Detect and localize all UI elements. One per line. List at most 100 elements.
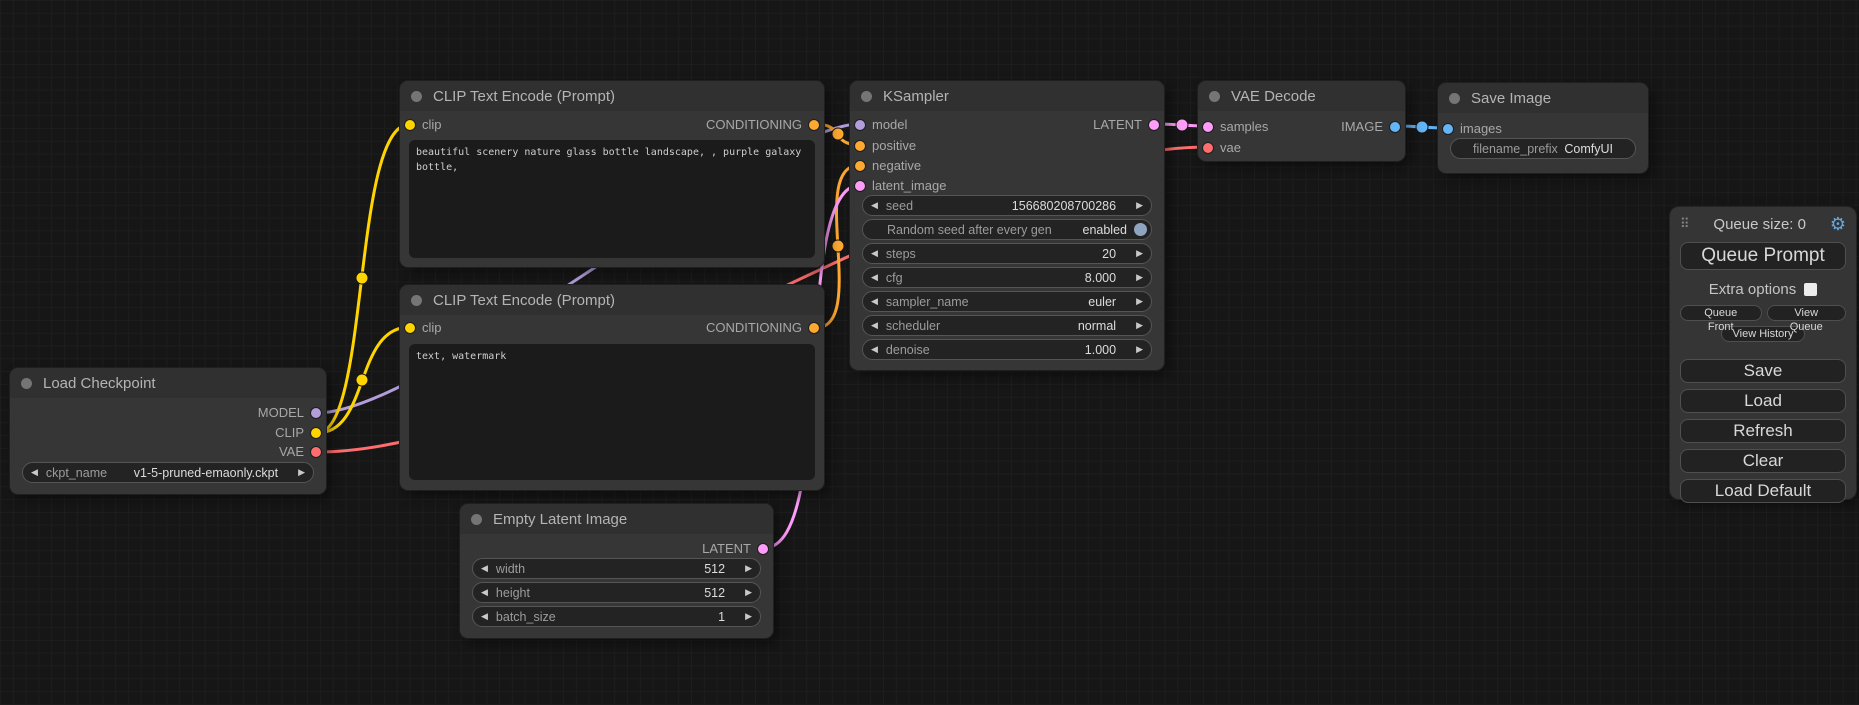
images-input-port[interactable] [1443, 124, 1453, 134]
right-arrow-icon[interactable]: ▶ [1128, 249, 1151, 258]
node-title-bar[interactable]: VAE Decode [1198, 81, 1405, 111]
widget-value: 20 [1102, 247, 1128, 261]
wire-midpoint-dot[interactable] [356, 374, 368, 386]
left-arrow-icon[interactable]: ◀ [863, 345, 886, 354]
right-arrow-icon[interactable]: ▶ [737, 612, 760, 621]
latent-output-port[interactable] [1149, 120, 1159, 130]
clip-input-port[interactable] [405, 323, 415, 333]
refresh-button[interactable]: Refresh [1680, 419, 1846, 443]
load-button[interactable]: Load [1680, 389, 1846, 413]
image-output-port[interactable] [1390, 122, 1400, 132]
steps-widget[interactable]: ◀ steps 20 ▶ [862, 243, 1152, 264]
random-seed-widget[interactable]: Random seed after every gen enabled [862, 219, 1152, 240]
height-widget[interactable]: ◀ height 512 ▶ [472, 582, 761, 603]
right-arrow-icon[interactable]: ▶ [737, 564, 760, 573]
gear-icon[interactable]: ⚙ [1830, 215, 1846, 233]
scheduler-widget[interactable]: ◀ scheduler normal ▶ [862, 315, 1152, 336]
queue-front-button[interactable]: Queue Front [1680, 305, 1762, 321]
node-title-bar[interactable]: Empty Latent Image [460, 504, 773, 534]
conditioning-output-port[interactable] [809, 120, 819, 130]
toggle-circle-icon[interactable] [1134, 223, 1147, 236]
wire-midpoint-dot[interactable] [1176, 119, 1188, 131]
node-title-bar[interactable]: Save Image [1438, 83, 1648, 113]
denoise-widget[interactable]: ◀ denoise 1.000 ▶ [862, 339, 1152, 360]
node-collapse-dot[interactable] [471, 514, 482, 525]
node-collapse-dot[interactable] [1449, 93, 1460, 104]
queue-prompt-button[interactable]: Queue Prompt [1680, 242, 1846, 270]
node-vae-decode[interactable]: VAE Decode samples IMAGE vae [1198, 81, 1405, 161]
left-arrow-icon[interactable]: ◀ [473, 612, 496, 621]
vae-input-port[interactable] [1203, 143, 1213, 153]
widget-value: 156680208700286 [1012, 199, 1128, 213]
width-widget[interactable]: ◀ width 512 ▶ [472, 558, 761, 579]
cfg-widget[interactable]: ◀ cfg 8.000 ▶ [862, 267, 1152, 288]
seed-widget[interactable]: ◀ seed 156680208700286 ▶ [862, 195, 1152, 216]
left-arrow-icon[interactable]: ◀ [863, 201, 886, 210]
left-arrow-icon[interactable]: ◀ [473, 564, 496, 573]
view-queue-button[interactable]: View Queue [1767, 305, 1846, 321]
clear-button[interactable]: Clear [1680, 449, 1846, 473]
right-arrow-icon[interactable]: ▶ [1128, 321, 1151, 330]
node-collapse-dot[interactable] [21, 378, 32, 389]
wire-midpoint-dot[interactable] [1416, 121, 1428, 133]
left-arrow-icon[interactable]: ◀ [473, 588, 496, 597]
node-collapse-dot[interactable] [411, 91, 422, 102]
prompt-text-area[interactable]: beautiful scenery nature glass bottle la… [409, 140, 815, 258]
clip-input-port[interactable] [405, 120, 415, 130]
view-history-button[interactable]: View History [1721, 326, 1805, 342]
batch-size-widget[interactable]: ◀ batch_size 1 ▶ [472, 606, 761, 627]
widget-label: sampler_name [886, 295, 969, 309]
vae-output-port[interactable] [311, 447, 321, 457]
save-button[interactable]: Save [1680, 359, 1846, 383]
filename-prefix-widget[interactable]: filename_prefix ComfyUI [1450, 138, 1636, 159]
wire-midpoint-dot[interactable] [832, 128, 844, 140]
wire-midpoint-dot[interactable] [832, 240, 844, 252]
samples-input-port[interactable] [1203, 122, 1213, 132]
ckpt-name-widget[interactable]: ◀ ckpt_name v1-5-pruned-emaonly.ckpt ▶ [22, 462, 314, 483]
clip-output-port[interactable] [311, 428, 321, 438]
right-arrow-icon[interactable]: ▶ [1128, 297, 1151, 306]
positive-input-port[interactable] [855, 141, 865, 151]
latent-output-port[interactable] [758, 544, 768, 554]
model-input-port[interactable] [855, 120, 865, 130]
left-arrow-icon[interactable]: ◀ [23, 468, 46, 477]
negative-input-port[interactable] [855, 161, 865, 171]
right-arrow-icon[interactable]: ▶ [1128, 273, 1151, 282]
node-empty-latent-image[interactable]: Empty Latent Image LATENT ◀ width 512 ▶ … [460, 504, 773, 638]
widget-label: denoise [886, 343, 930, 357]
left-arrow-icon[interactable]: ◀ [863, 273, 886, 282]
node-load-checkpoint[interactable]: Load Checkpoint MODEL CLIP VAE ◀ ckpt_na… [10, 368, 326, 494]
node-collapse-dot[interactable] [1209, 91, 1220, 102]
node-collapse-dot[interactable] [411, 295, 422, 306]
drag-handle-icon[interactable]: ⠿ [1680, 216, 1690, 232]
latent-image-input-port[interactable] [855, 181, 865, 191]
conditioning-output-port[interactable] [809, 323, 819, 333]
input-label: clip [422, 320, 442, 335]
input-label: samples [1220, 119, 1268, 134]
right-arrow-icon[interactable]: ▶ [290, 468, 313, 477]
left-arrow-icon[interactable]: ◀ [863, 297, 886, 306]
node-clip-text-encode-negative[interactable]: CLIP Text Encode (Prompt) clip CONDITION… [400, 285, 824, 490]
extra-options-checkbox[interactable] [1804, 283, 1817, 296]
node-clip-text-encode-positive[interactable]: CLIP Text Encode (Prompt) clip CONDITION… [400, 81, 824, 267]
model-output-port[interactable] [311, 408, 321, 418]
node-save-image[interactable]: Save Image images filename_prefix ComfyU… [1438, 83, 1648, 173]
right-arrow-icon[interactable]: ▶ [1128, 345, 1151, 354]
node-title-bar[interactable]: CLIP Text Encode (Prompt) [400, 285, 824, 315]
node-title-bar[interactable]: Load Checkpoint [10, 368, 326, 398]
node-title-bar[interactable]: KSampler [850, 81, 1164, 111]
node-title-bar[interactable]: CLIP Text Encode (Prompt) [400, 81, 824, 111]
node-ksampler[interactable]: KSampler model LATENT positive negative … [850, 81, 1164, 370]
sampler-name-widget[interactable]: ◀ sampler_name euler ▶ [862, 291, 1152, 312]
widget-value: 1.000 [1085, 343, 1128, 357]
left-arrow-icon[interactable]: ◀ [863, 249, 886, 258]
widget-label: Random seed after every gen [887, 223, 1052, 237]
node-graph-canvas[interactable]: Load Checkpoint MODEL CLIP VAE ◀ ckpt_na… [0, 0, 1859, 705]
right-arrow-icon[interactable]: ▶ [1128, 201, 1151, 210]
node-collapse-dot[interactable] [861, 91, 872, 102]
right-arrow-icon[interactable]: ▶ [737, 588, 760, 597]
prompt-text-area[interactable]: text, watermark [409, 344, 815, 480]
left-arrow-icon[interactable]: ◀ [863, 321, 886, 330]
load-default-button[interactable]: Load Default [1680, 479, 1846, 503]
wire-midpoint-dot[interactable] [356, 272, 368, 284]
